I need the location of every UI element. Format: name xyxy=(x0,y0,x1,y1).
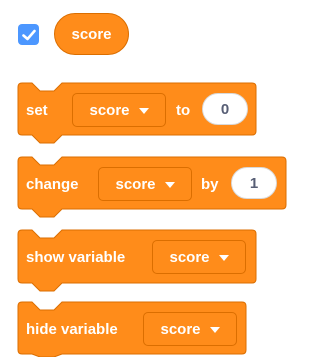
set-variable-dropdown[interactable]: score xyxy=(72,93,166,127)
hide-variable-label: hide variable xyxy=(26,321,118,338)
show-variable-dropdown[interactable]: score xyxy=(152,240,246,274)
variables-palette: score set score to 0 change score by 1 s… xyxy=(0,0,293,357)
dropdown-arrow-icon xyxy=(138,108,149,114)
change-variable-dropdown[interactable]: score xyxy=(98,167,192,201)
change-variable-name: score xyxy=(115,175,156,193)
set-value-input[interactable]: 0 xyxy=(202,93,248,125)
set-to-label: to xyxy=(176,102,191,119)
set-variable-name: score xyxy=(89,101,130,119)
hide-variable-dropdown[interactable]: score xyxy=(143,312,237,346)
dropdown-arrow-icon xyxy=(164,182,175,188)
hide-variable-name: score xyxy=(160,320,201,338)
change-by-label: by xyxy=(201,176,219,193)
change-value-input[interactable]: 1 xyxy=(231,167,277,199)
set-label: set xyxy=(26,102,48,119)
show-variable-name: score xyxy=(169,248,210,266)
dropdown-arrow-icon xyxy=(209,327,220,333)
dropdown-arrow-icon xyxy=(218,255,229,261)
show-variable-label: show variable xyxy=(26,249,126,266)
change-label: change xyxy=(26,176,79,193)
